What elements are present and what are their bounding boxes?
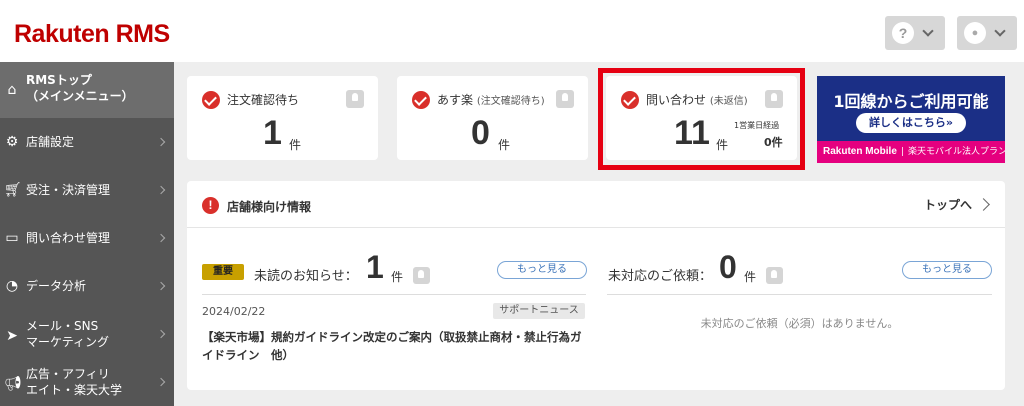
user-menu-button[interactable]: ● — [957, 16, 1017, 50]
sidebar-item-mail-sns[interactable]: ➤ メール・SNS マーケティング — [0, 310, 174, 358]
divider — [607, 294, 992, 295]
card-title: 注文確認待ち — [227, 93, 300, 107]
sidebar-item-orders[interactable]: 🛒︎ 受注・決済管理 — [0, 166, 174, 214]
sidebar-item-label: データ分析 — [26, 279, 87, 293]
chevron-right-icon[interactable] — [977, 198, 990, 211]
sidebar-item-label: 受注・決済管理 — [26, 183, 111, 197]
sidebar-item-label: RMSトップ （メインメニュー） — [26, 73, 134, 103]
chat-icon: ▭ — [5, 230, 19, 246]
chevron-down-icon — [994, 25, 1006, 37]
sidebar-item-label: 店舗設定 — [26, 135, 75, 149]
chevron-right-icon — [156, 281, 166, 291]
sidebar-item-rms-top[interactable]: ⌂ RMSトップ （メインメニュー） — [0, 62, 174, 118]
banner-separator: | — [900, 147, 904, 157]
header: Rakuten RMS ? ● — [0, 0, 1024, 62]
news-title-link[interactable]: 【楽天市場】規約ガイドライン改定のご案内（取扱禁止商材・禁止行為ガイドライン 他… — [202, 328, 592, 364]
megaphone-icon: 📢︎ — [4, 376, 22, 392]
question-icon: ? — [892, 22, 914, 44]
store-info-panel: ! 店舗様向け情報 トップへ 重要 未読のお知らせ： 1 件 もっと見る 未対応… — [187, 181, 1005, 390]
chevron-right-icon — [156, 329, 166, 339]
count-unit: 件 — [391, 270, 404, 284]
rakuten-rms-logo[interactable]: Rakuten RMS — [14, 20, 170, 49]
news-date: 2024/02/22 — [202, 305, 266, 318]
lightbulb-icon[interactable] — [346, 90, 364, 108]
rakuten-mobile-banner[interactable]: 1回線からご利用可能 詳しくはこちら» Rakuten Mobile | 楽天モバイ… — [817, 76, 1005, 163]
sidebar-item-store-settings[interactable]: ⚙ 店舗設定 — [0, 118, 174, 166]
card-title: あす楽 (注文確認待ち) — [437, 93, 545, 107]
help-button[interactable]: ? — [885, 16, 945, 50]
news-category-tag: サポートニュース — [493, 303, 585, 319]
panel-title: 店舗様向け情報 — [227, 200, 312, 214]
unread-label: 未読のお知らせ： — [254, 269, 358, 284]
count-unit: 件 — [744, 270, 757, 284]
check-icon — [202, 91, 220, 109]
orders-count: 1 — [263, 114, 282, 152]
unread-count: 1 — [366, 249, 384, 285]
chevron-right-icon — [156, 137, 166, 147]
sidebar-item-ads[interactable]: 📢︎ 広告・アフィリ エイト・楽天大学 — [0, 358, 174, 406]
lightbulb-icon[interactable] — [766, 267, 783, 284]
panel-header: ! 店舗様向け情報 トップへ — [187, 181, 1005, 228]
send-icon: ➤ — [6, 328, 18, 344]
top-link[interactable]: トップへ — [924, 196, 972, 213]
pending-label: 未対応のご依頼： — [608, 269, 713, 284]
sidebar: ⌂ RMSトップ （メインメニュー） ⚙ 店舗設定 🛒︎ 受注・決済管理 ▭ 問… — [0, 62, 174, 406]
pending-count: 0 — [719, 249, 737, 285]
banner-plan: 楽天モバイル法人プラン — [907, 147, 1005, 157]
lightbulb-icon[interactable] — [413, 267, 430, 284]
sidebar-item-inquiries[interactable]: ▭ 問い合わせ管理 — [0, 214, 174, 262]
chart-icon: ◔ — [5, 278, 19, 294]
sidebar-item-label: 問い合わせ管理 — [26, 231, 111, 245]
important-badge: 重要 — [202, 264, 244, 280]
gear-icon: ⚙ — [5, 134, 19, 150]
chevron-right-icon — [156, 233, 166, 243]
sidebar-item-label: メール・SNS マーケティング — [26, 319, 110, 349]
asuraku-card[interactable]: あす楽 (注文確認待ち) 0 件 — [397, 76, 588, 160]
pending-more-button[interactable]: もっと見る — [902, 261, 992, 279]
highlight-box — [598, 68, 805, 170]
chevron-right-icon — [156, 185, 166, 195]
banner-details-button[interactable]: 詳しくはこちら» — [856, 113, 966, 133]
lightbulb-icon[interactable] — [556, 90, 574, 108]
chevron-down-icon — [922, 25, 934, 37]
user-icon: ● — [964, 22, 986, 44]
sidebar-item-label: 広告・アフィリ エイト・楽天大学 — [26, 367, 123, 397]
orders-pending-card[interactable]: 注文確認待ち 1 件 — [187, 76, 378, 160]
check-icon — [412, 91, 430, 109]
banner-title: 1回線からご利用可能 — [833, 92, 989, 111]
home-icon: ⌂ — [7, 82, 17, 98]
count-unit: 件 — [289, 138, 302, 152]
rakuten-mobile-logo: Rakuten Mobile — [823, 146, 897, 157]
chevron-right-icon — [156, 377, 166, 387]
cart-icon: 🛒︎ — [4, 182, 22, 198]
divider — [202, 294, 586, 295]
sidebar-item-analytics[interactable]: ◔ データ分析 — [0, 262, 174, 310]
banner-footer: Rakuten Mobile | 楽天モバイル法人プラン — [817, 141, 1005, 163]
info-icon: ! — [202, 197, 219, 214]
pending-empty-message: 未対応のご依頼（必須）はありません。 — [700, 317, 899, 330]
unread-more-button[interactable]: もっと見る — [497, 261, 587, 279]
count-unit: 件 — [498, 138, 511, 152]
asuraku-count: 0 — [471, 114, 490, 152]
